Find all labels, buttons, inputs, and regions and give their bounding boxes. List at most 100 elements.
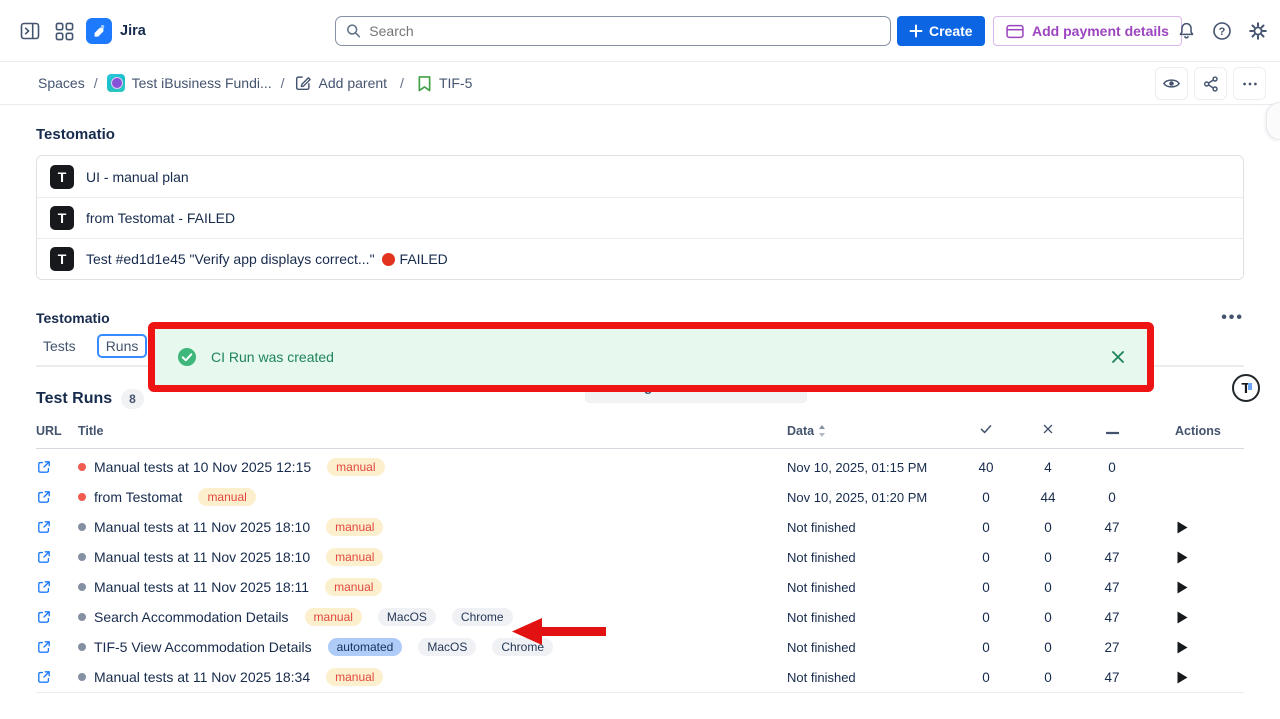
run-failed-count: 0 [1044,550,1052,565]
link-item-label: from Testomat - FAILED [86,210,235,226]
sidebar-toggle-icon[interactable] [14,15,46,47]
breadcrumb-spaces[interactable]: Spaces [38,75,85,91]
run-failed-count: 0 [1044,670,1052,685]
add-payment-details-button[interactable]: Add payment details [993,16,1182,46]
table-row: Search Accommodation DetailsmanualMacOSC… [36,602,1244,632]
run-failed-count: 0 [1044,580,1052,595]
breadcrumb: Spaces / Test iBusiness Fundi... / Add p… [0,62,1280,105]
col-header-skipped[interactable] [1106,424,1119,438]
external-link-icon[interactable] [36,639,52,655]
check-icon [979,422,993,436]
run-failed-count: 4 [1044,460,1052,475]
failed-status-label: FAILED [400,251,448,267]
plus-icon [909,24,923,38]
badge-manual: manual [198,488,255,506]
table-row: Manual tests at 10 Nov 2025 12:15manualN… [36,452,1244,482]
run-failed-count: 44 [1040,490,1055,505]
breadcrumb-space[interactable]: Test iBusiness Fundi... [107,74,272,92]
badge-manual: manual [305,608,362,626]
macro-section-title: Testomatio [36,310,110,326]
breadcrumb-page[interactable]: TIF-5 [417,75,472,92]
badge-macos: MacOS [378,608,436,626]
badge-manual: manual [326,518,383,536]
col-header-data[interactable]: Data [787,424,956,438]
play-run-icon[interactable] [1177,671,1188,684]
badge-manual: manual [327,458,384,476]
more-actions-icon[interactable] [1233,67,1266,100]
app-switcher-icon[interactable] [48,15,80,47]
breadcrumb-add-parent[interactable]: Add parent [294,74,388,92]
run-data: Not finished [787,520,956,535]
run-title: TIF-5 View Accommodation Details [94,639,312,655]
run-data: Nov 10, 2025, 01:20 PM [787,490,956,505]
run-skipped-count: 27 [1104,640,1119,655]
external-link-icon[interactable] [36,489,52,505]
settings-gear-icon[interactable] [1242,15,1274,47]
run-passed-count: 0 [982,550,990,565]
run-skipped-count: 0 [1108,460,1116,475]
table-row: Manual tests at 11 Nov 2025 18:34manualN… [36,662,1244,692]
run-passed-count: 0 [982,640,990,655]
col-header-failed[interactable] [1042,423,1054,438]
create-button[interactable]: Create [897,16,985,46]
play-run-icon[interactable] [1177,551,1188,564]
external-link-icon[interactable] [36,609,52,625]
external-link-icon[interactable] [36,549,52,565]
success-check-icon [177,347,197,367]
play-run-icon[interactable] [1177,641,1188,654]
run-skipped-count: 47 [1104,670,1119,685]
play-run-icon[interactable] [1177,581,1188,594]
run-passed-count: 0 [982,580,990,595]
toast-close-icon[interactable] [1111,350,1125,364]
external-link-icon[interactable] [36,579,52,595]
col-header-passed[interactable] [979,422,993,439]
help-icon[interactable]: ? [1206,15,1238,47]
watch-eye-icon[interactable] [1155,67,1188,100]
breadcrumb-separator: / [94,75,98,91]
share-icon[interactable] [1194,67,1227,100]
link-item[interactable]: Tfrom Testomat - FAILED [37,197,1243,238]
link-item[interactable]: TUI - manual plan [37,156,1243,197]
col-header-url[interactable]: URL [36,424,78,438]
app-logo[interactable]: Jira [86,0,146,62]
col-header-title[interactable]: Title [78,424,787,438]
badge-chrome: Chrome [452,608,513,626]
play-run-icon[interactable] [1177,611,1188,624]
macro-more-icon[interactable]: ••• [1221,313,1244,323]
test-runs-title: Test Runs [36,390,112,408]
external-link-icon[interactable] [36,669,52,685]
run-status-dot [78,583,86,591]
col-header-actions: Actions [1144,424,1244,438]
panel-handle[interactable] [1266,102,1280,140]
external-link-icon[interactable] [36,519,52,535]
run-status-dot [78,553,86,561]
badge-automated: automated [328,638,403,656]
tab-tests[interactable]: Tests [36,336,83,356]
run-title: Manual tests at 11 Nov 2025 18:34 [94,669,310,685]
run-skipped-count: 47 [1104,520,1119,535]
badge-manual: manual [326,668,383,686]
add-payment-details-label: Add payment details [1032,23,1169,39]
table-row: TIF-5 View Accommodation Details automate… [36,632,1244,662]
app-name: Jira [120,23,146,39]
run-passed-count: 0 [982,520,990,535]
search-box[interactable] [335,16,891,46]
testomatio-logo-icon[interactable]: T [1232,374,1260,402]
tab-runs[interactable]: Runs [99,336,146,356]
search-input[interactable] [369,23,880,39]
breadcrumb-page-label: TIF-5 [439,75,472,91]
credit-card-icon [1006,24,1024,39]
testomat-icon: T [50,247,74,271]
run-failed-count: 0 [1044,640,1052,655]
run-status-dot [78,463,86,471]
link-item[interactable]: TTest #ed1d1e45 "Verify app displays cor… [37,238,1243,279]
play-run-icon[interactable] [1177,521,1188,534]
table-row: Manual tests at 11 Nov 2025 18:10manualN… [36,542,1244,572]
create-button-label: Create [929,23,973,39]
page: Jira Create Add payment details ? [0,0,1280,719]
annotation-arrow [512,618,608,645]
external-link-icon[interactable] [36,459,52,475]
run-title: Manual tests at 11 Nov 2025 18:10 [94,549,310,565]
notifications-bell-icon[interactable] [1170,15,1202,47]
jira-logo-icon [86,18,112,44]
